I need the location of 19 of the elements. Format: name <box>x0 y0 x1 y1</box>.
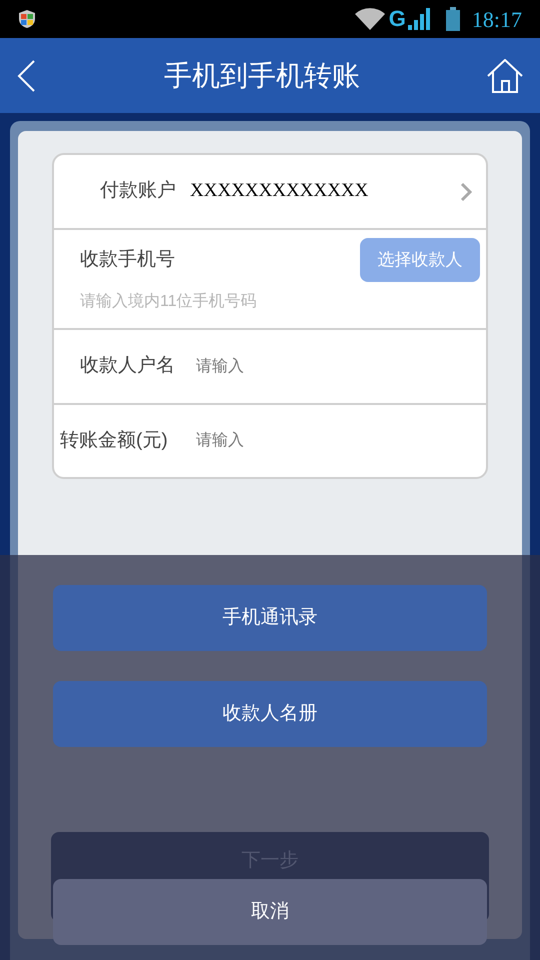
home-icon[interactable] <box>486 58 524 92</box>
cancel-button[interactable]: 取消 <box>53 879 487 945</box>
amount-input[interactable]: 请输入 <box>196 429 446 453</box>
sheet-option[interactable]: 手机通讯录 <box>53 585 487 651</box>
name-input[interactable]: 请输入 <box>196 354 446 378</box>
shield-icon <box>18 9 36 29</box>
page-title: 手机到手机转账 <box>163 58 361 92</box>
field-label: 转账金额(元) <box>60 428 169 453</box>
wifi-icon <box>354 8 385 30</box>
signal-icon <box>408 8 430 30</box>
network-type: G <box>388 8 406 30</box>
field-label: 收款人户名 <box>80 354 176 378</box>
sheet-option[interactable]: 收款人名册 <box>53 681 487 747</box>
clock: 18:17 <box>472 6 522 34</box>
phone-input[interactable]: 请输入境内11位手机号码 <box>80 290 440 314</box>
field-label: 收款手机号 <box>80 248 175 272</box>
field-label: 付款账户 <box>100 179 176 204</box>
battery-icon <box>446 7 460 31</box>
account-value[interactable]: XXXXXXXXXXXXX <box>190 177 460 206</box>
